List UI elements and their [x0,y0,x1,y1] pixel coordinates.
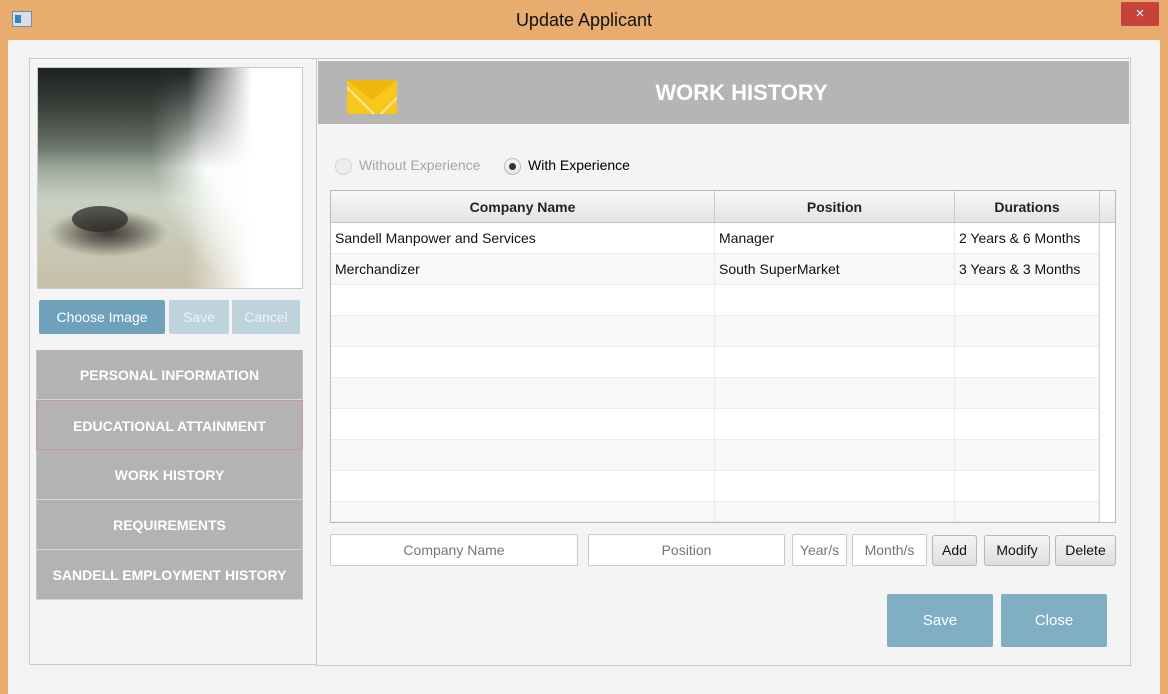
section-nav: PERSONAL INFORMATION EDUCATIONAL ATTAINM… [36,350,303,600]
table-row-empty [331,378,1099,409]
nav-work-history[interactable]: WORK HISTORY [36,450,303,500]
nav-sandell-employment-history[interactable]: SANDELL EMPLOYMENT HISTORY [36,550,303,600]
modify-button[interactable]: Modify [984,535,1050,566]
years-input[interactable] [792,534,847,566]
close-button[interactable]: Close [1001,594,1107,647]
cell-company: Sandell Manpower and Services [331,223,715,254]
table-row-empty [331,440,1099,471]
add-button[interactable]: Add [932,535,977,566]
save-image-button[interactable]: Save [169,300,229,334]
work-history-table[interactable]: Company Name Position Durations Sandell … [330,190,1116,523]
title-bar: Update Applicant × [0,0,1168,40]
nav-requirements[interactable]: REQUIREMENTS [36,500,303,550]
with-experience-label: With Experience [528,157,630,173]
cell-position: South SuperMarket [715,254,955,285]
table-header: Company Name Position Durations [331,191,1115,223]
table-vertical-scrollbar[interactable] [1099,223,1115,522]
company-name-input[interactable] [330,534,578,566]
nav-educational-attainment[interactable]: EDUCATIONAL ATTAINMENT [36,400,303,450]
without-experience-label: Without Experience [359,157,481,173]
position-input[interactable] [588,534,785,566]
months-input[interactable] [852,534,927,566]
with-experience-radio[interactable] [504,158,521,175]
dialog-body: Choose Image Save Cancel PERSONAL INFORM… [8,40,1160,694]
cell-company: Merchandizer [331,254,715,285]
left-panel: Choose Image Save Cancel PERSONAL INFORM… [29,58,317,665]
delete-button[interactable]: Delete [1055,535,1116,566]
column-header-durations[interactable]: Durations [955,191,1100,223]
nav-personal-information[interactable]: PERSONAL INFORMATION [36,350,303,400]
cell-duration: 3 Years & 3 Months [955,254,1099,285]
applicant-photo [37,67,303,289]
column-header-company[interactable]: Company Name [331,191,715,223]
choose-image-button[interactable]: Choose Image [39,300,165,334]
window-title: Update Applicant [515,10,653,30]
save-button[interactable]: Save [887,594,993,647]
table-row[interactable]: Merchandizer South SuperMarket 3 Years &… [331,254,1099,285]
table-row-empty [331,502,1099,522]
table-row-empty [331,316,1099,347]
table-row[interactable]: Sandell Manpower and Services Manager 2 … [331,223,1099,254]
update-applicant-window: Update Applicant × Choose Image Save Can… [0,0,1168,694]
column-header-position[interactable]: Position [715,191,955,223]
section-title: WORK HISTORY [655,80,828,105]
table-row-empty [331,285,1099,316]
close-window-button[interactable]: × [1121,2,1159,26]
cell-duration: 2 Years & 6 Months [955,223,1099,254]
section-header: WORK HISTORY [318,61,1129,124]
work-history-panel: WORK HISTORY Without Experience With Exp… [316,58,1131,666]
without-experience-radio[interactable] [335,158,352,175]
table-row-empty [331,471,1099,502]
table-row-empty [331,347,1099,378]
cell-position: Manager [715,223,955,254]
table-row-empty [331,409,1099,440]
cancel-image-button[interactable]: Cancel [232,300,300,334]
